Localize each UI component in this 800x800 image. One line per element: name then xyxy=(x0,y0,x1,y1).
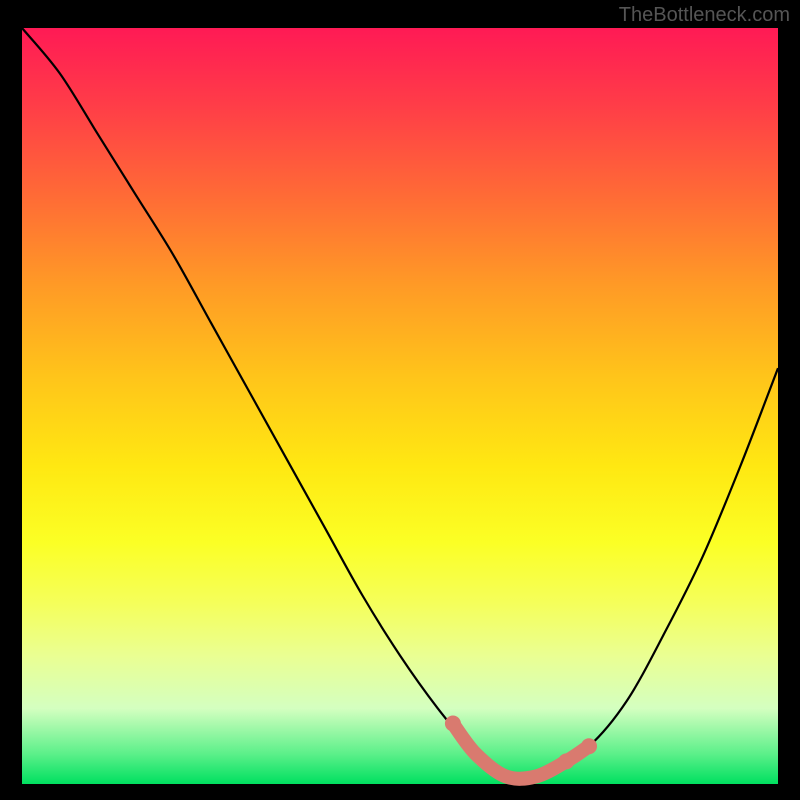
bottleneck-curve-line xyxy=(22,28,778,777)
bottleneck-chart xyxy=(22,28,778,784)
optimal-range-highlight xyxy=(453,724,589,779)
chart-container xyxy=(22,28,778,784)
optimal-marker-dot xyxy=(445,716,461,732)
watermark-text: TheBottleneck.com xyxy=(619,4,790,27)
optimal-marker-dot xyxy=(581,738,597,754)
optimal-marker-dot xyxy=(558,753,574,769)
